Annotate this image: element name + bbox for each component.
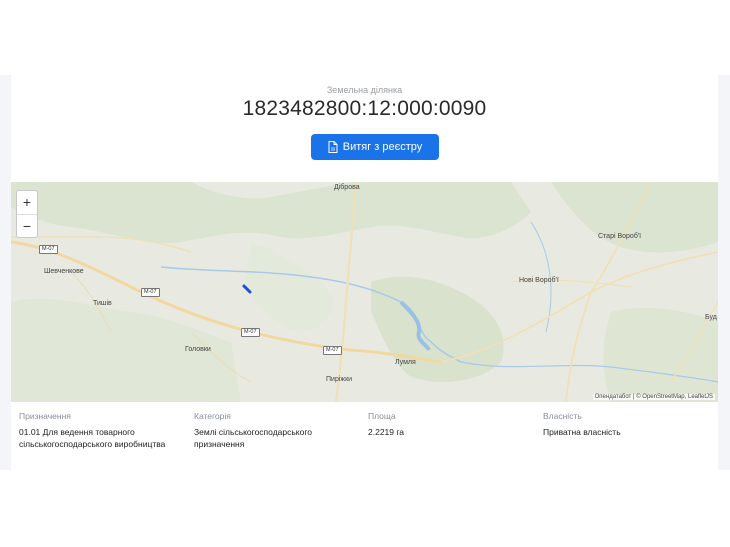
road-shield: М-07: [323, 346, 342, 355]
ownership-field: Власність Приватна власність: [543, 411, 703, 438]
area-value: 2.2219 га: [368, 427, 405, 437]
map-background: [11, 182, 718, 402]
cadastral-number: 1823482800:12:000:0090: [242, 97, 487, 120]
place-label: Лумля: [395, 359, 416, 366]
ownership-label: Власність: [543, 411, 582, 421]
place-label: Шевченкове: [44, 268, 84, 275]
place-label: Головки: [185, 346, 211, 353]
area-field: Площа 2.2219 га: [368, 411, 518, 438]
zoom-in-button[interactable]: +: [17, 191, 37, 215]
place-label: Тишів: [93, 300, 112, 307]
registry-extract-label: Витяг з реєстру: [342, 141, 423, 153]
place-label: Нові Вороб'ї: [519, 277, 559, 284]
map-view[interactable]: + − Діброва Шевченкове Тишів Головки Пир…: [11, 182, 718, 402]
parcel-subtitle: Земельна ділянка: [326, 85, 403, 95]
registry-extract-button[interactable]: Витяг з реєстру: [311, 134, 439, 160]
road-shield: М-07: [39, 245, 58, 254]
road-shield: М-07: [141, 288, 160, 297]
road-shield: М-07: [241, 328, 260, 337]
document-icon: [328, 141, 338, 153]
category-label: Категорія: [194, 411, 231, 421]
place-label: Діброва: [334, 184, 360, 191]
map-attribution[interactable]: Опендатабот | © OpenStreetMap, LeafletJS: [592, 394, 715, 400]
zoom-out-button[interactable]: −: [17, 215, 37, 238]
ownership-value: Приватна власність: [543, 427, 621, 437]
place-label: Буд: [705, 314, 717, 321]
place-label: Старі Вороб'ї: [598, 233, 642, 240]
purpose-value: 01.01 Для ведення товарного сільськогосп…: [19, 427, 166, 449]
category-field: Категорія Землі сільськогосподарського п…: [194, 411, 344, 450]
place-label: Пиріжки: [326, 376, 353, 383]
purpose-field: Призначення 01.01 Для ведення товарного …: [19, 411, 184, 450]
area-label: Площа: [368, 411, 396, 421]
purpose-label: Призначення: [19, 411, 71, 421]
zoom-control: + −: [16, 190, 38, 238]
parcel-card: Земельна ділянка 1823482800:12:000:0090 …: [11, 75, 718, 470]
category-value: Землі сільськогосподарського призначення: [194, 427, 312, 449]
